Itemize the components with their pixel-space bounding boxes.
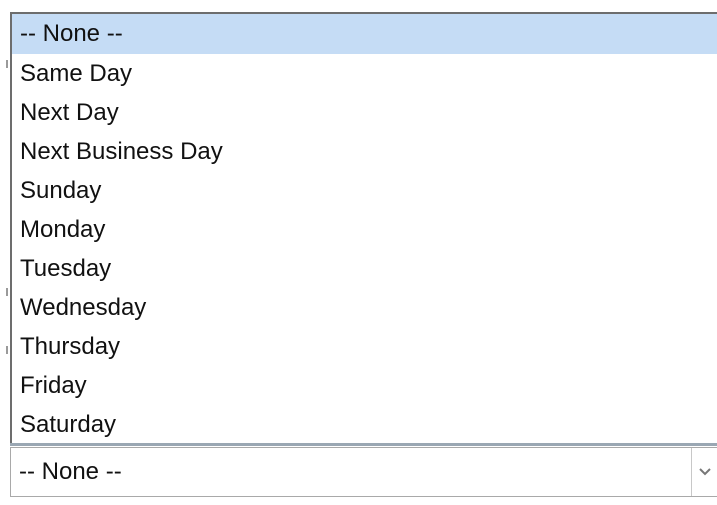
option-wednesday[interactable]: Wednesday [12, 288, 717, 327]
option-same-day[interactable]: Same Day [12, 54, 717, 93]
option-friday[interactable]: Friday [12, 366, 717, 405]
option-none[interactable]: -- None -- [12, 14, 717, 54]
edge-tick [6, 346, 8, 354]
option-thursday[interactable]: Thursday [12, 327, 717, 366]
dropdown-frame: -- None -- Same Day Next Day Next Busine… [0, 0, 717, 505]
chevron-down-icon[interactable] [691, 448, 717, 496]
option-saturday[interactable]: Saturday [12, 405, 717, 443]
list-divider [10, 443, 717, 446]
option-tuesday[interactable]: Tuesday [12, 249, 717, 288]
edge-tick [6, 288, 8, 296]
option-sunday[interactable]: Sunday [12, 171, 717, 210]
select-value: -- None -- [19, 458, 122, 485]
option-next-business-day[interactable]: Next Business Day [12, 132, 717, 171]
edge-tick [6, 60, 8, 68]
dropdown-options-list[interactable]: -- None -- Same Day Next Day Next Busine… [10, 12, 717, 443]
option-next-day[interactable]: Next Day [12, 93, 717, 132]
select-control[interactable]: -- None -- [10, 447, 717, 497]
option-monday[interactable]: Monday [12, 210, 717, 249]
